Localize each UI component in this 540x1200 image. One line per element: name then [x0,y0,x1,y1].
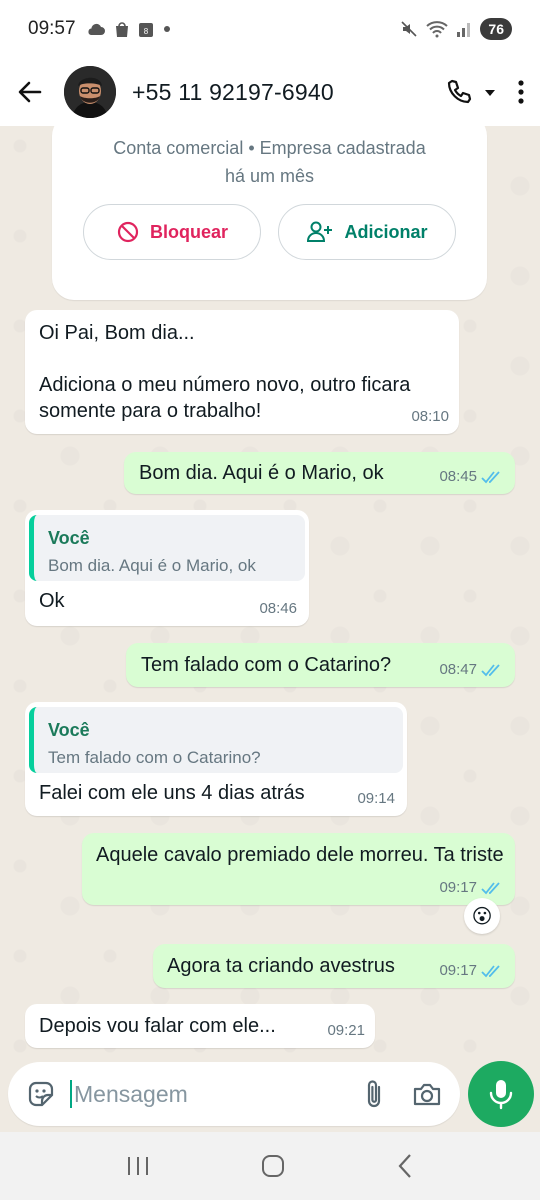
message-text: Aquele cavalo premiado dele morreu. Ta t… [96,844,504,866]
back-arrow-icon [18,81,42,103]
message-text: Depois vou falar com ele... [39,1015,276,1037]
status-bar: 09:57 8 76 [0,0,540,58]
message-time-text: 09:17 [439,962,477,979]
avatar[interactable] [64,66,116,118]
battery-indicator: 76 [480,18,512,40]
text-cursor [70,1080,72,1108]
calendar-icon: 8 [138,23,153,37]
add-person-icon [307,221,333,242]
double-check-icon [481,965,500,978]
message-text: Falei com ele uns 4 dias atrás [39,782,305,804]
message-time-text: 08:47 [439,661,477,678]
message-text: Oi Pai, Bom dia... Adiciona o meu número… [39,322,411,422]
quote-text: Bom dia. Aqui é o Mario, ok [48,556,256,575]
mic-icon [489,1080,513,1110]
contact-name[interactable]: +55 11 92197-6940 [132,79,334,106]
message-incoming[interactable]: Depois vou falar com ele... 09:21 [25,1004,375,1048]
call-options-button[interactable] [482,84,498,100]
message-outgoing[interactable]: Bom dia. Aqui é o Mario, ok 08:45 [124,452,515,494]
message-reaction[interactable]: 😮 [464,898,500,934]
message-time: 09:14 [357,786,395,812]
message-time-text: 08:46 [259,600,297,617]
mute-icon [401,21,417,37]
system-navigation-bar [0,1132,540,1200]
message-incoming-reply[interactable]: Você Tem falado com o Catarino? Falei co… [25,702,407,816]
business-info-line2: há um mês [224,166,315,186]
message-time: 08:47 [439,657,503,683]
message-composer [8,1062,460,1126]
message-text: Tem falado com o Catarino? [141,654,392,676]
message-time: 08:45 [439,464,503,490]
message-outgoing[interactable]: Tem falado com o Catarino? 08:47 [126,643,515,687]
message-text: Bom dia. Aqui é o Mario, ok [139,462,384,484]
business-info-line1: Conta comercial • Empresa cadastrada [113,138,426,158]
quote-author: Você [48,720,90,740]
home-icon [261,1155,284,1177]
dot-icon [163,26,170,32]
sticker-button[interactable] [26,1079,56,1109]
message-text: Agora ta criando avestrus [167,955,395,977]
phone-icon [447,79,472,104]
double-check-icon [481,882,500,895]
dropdown-icon [485,90,495,96]
double-check-icon [481,471,500,484]
status-time: 09:57 [28,18,76,39]
svg-text:8: 8 [143,27,148,36]
back-nav-button[interactable] [395,1153,415,1179]
attach-icon [367,1080,381,1108]
quoted-message[interactable]: Você Bom dia. Aqui é o Mario, ok [29,515,305,581]
menu-button[interactable] [516,78,526,106]
message-time-text: 09:17 [439,879,477,896]
block-icon [117,221,139,243]
status-notification-icons: 8 [86,20,172,38]
message-text: Ok [39,590,65,612]
voice-call-button[interactable] [444,77,474,107]
message-time: 09:21 [327,1018,365,1044]
message-input[interactable] [74,1080,314,1108]
more-vert-icon [518,80,524,104]
back-button[interactable] [16,78,44,106]
add-contact-button[interactable]: Adicionar [278,204,456,260]
message-time-text: 09:21 [327,1022,365,1039]
quote-author: Você [48,528,90,548]
chat-area[interactable]: Conta comercial • Empresa cadastrada há … [0,126,540,1066]
message-time: 08:46 [259,596,297,622]
message-outgoing[interactable]: Aquele cavalo premiado dele morreu. Ta t… [82,833,515,905]
message-incoming-reply[interactable]: Você Bom dia. Aqui é o Mario, ok Ok 08:4… [25,510,309,626]
message-time-text: 08:10 [411,408,449,425]
sticker-icon [28,1081,54,1107]
message-outgoing[interactable]: Agora ta criando avestrus 09:17 [153,944,515,988]
block-label: Bloquear [149,221,228,242]
block-button[interactable]: Bloquear [83,204,261,260]
message-time-text: 08:45 [439,468,477,485]
avatar-image [64,66,116,118]
wifi-icon [426,21,449,38]
bag-icon [115,22,128,37]
message-time-text: 09:14 [357,790,395,807]
quote-text: Tem falado com o Catarino? [48,748,261,767]
quoted-message[interactable]: Você Tem falado com o Catarino? [29,707,403,773]
business-info-card: Conta comercial • Empresa cadastrada há … [52,126,487,300]
camera-icon [413,1083,441,1106]
chevron-left-icon [398,1154,412,1178]
message-incoming[interactable]: Oi Pai, Bom dia... Adiciona o meu número… [25,310,459,434]
double-check-icon [481,664,500,677]
message-time: 09:17 [439,875,503,901]
camera-button[interactable] [412,1081,442,1107]
attach-button[interactable] [364,1078,384,1110]
signal-icon [457,23,471,37]
message-time: 08:10 [411,404,449,430]
voice-message-button[interactable] [468,1061,534,1127]
business-info-text: Conta comercial • Empresa cadastrada há … [52,134,487,190]
cloud-icon [87,23,105,35]
message-time: 09:17 [439,958,503,984]
recent-apps-button[interactable] [125,1155,151,1177]
home-button[interactable] [260,1153,286,1179]
chat-header: +55 11 92197-6940 [0,58,540,126]
recent-apps-icon [127,1157,148,1175]
add-label: Adicionar [344,221,428,242]
